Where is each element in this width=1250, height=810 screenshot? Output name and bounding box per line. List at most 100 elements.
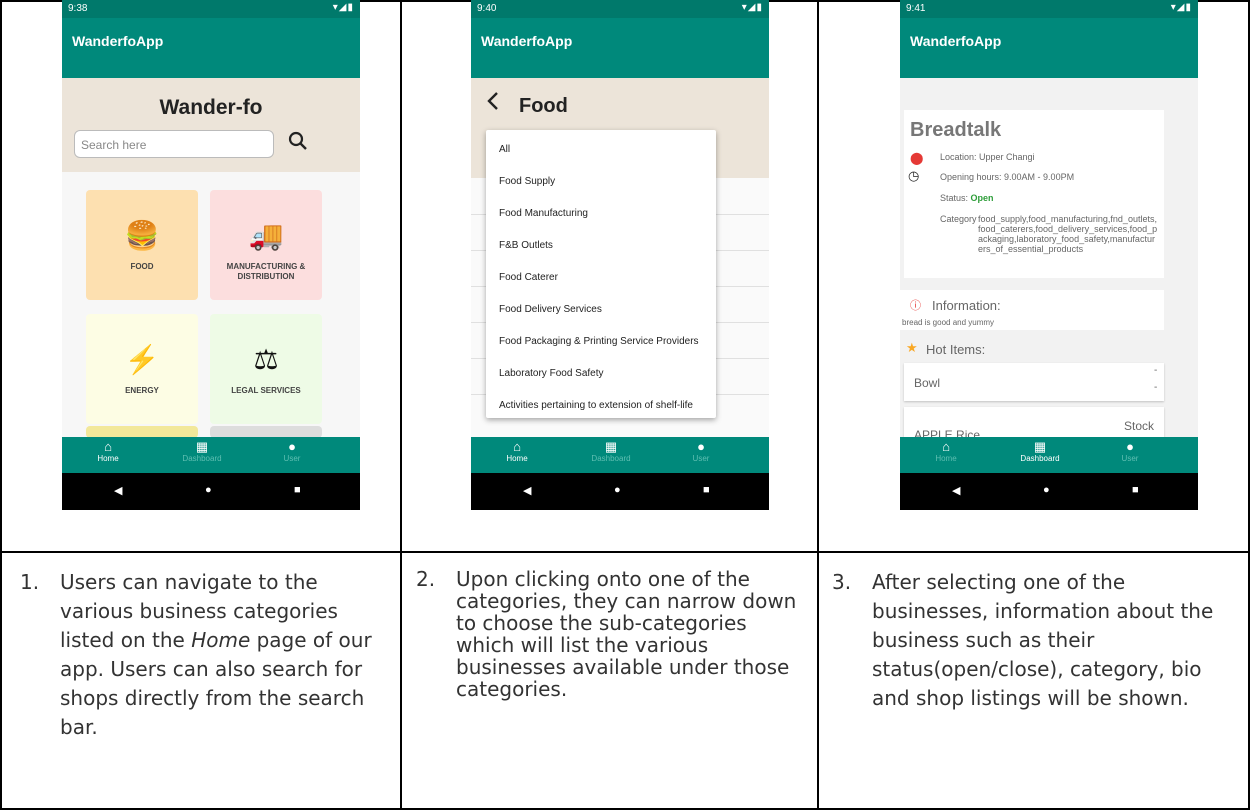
tile-legal[interactable]: ⚖ LEGAL SERVICES [210, 314, 322, 424]
recents-icon[interactable]: ■ [1132, 484, 1139, 496]
home-circle-icon[interactable]: ● [614, 484, 621, 496]
recents-icon[interactable]: ■ [294, 484, 301, 496]
hot-item-name: APPLE Rice [914, 428, 981, 437]
status-time: 9:38 [68, 3, 88, 14]
phone-screen-food: 9:40 ▾◢▮ WanderfoApp Food All Food Suppl… [471, 0, 769, 510]
back-icon[interactable]: ◀ [114, 484, 122, 497]
truck-icon: 🚚 [248, 220, 284, 251]
home-circle-icon[interactable]: ● [1043, 484, 1050, 496]
dropdown-item[interactable]: Activities pertaining to extension of sh… [499, 400, 693, 411]
home-icon: ⌂ [513, 439, 521, 454]
tile-label: MANUFACTURING & DISTRIBUTION [226, 262, 306, 281]
bottom-nav: ⌂ Home ▦ Dashboard ● User [62, 437, 360, 473]
nav-user[interactable]: ● User [661, 439, 741, 463]
food-icon: 🍔 [124, 220, 160, 251]
system-nav-bar: ◀ ● ■ [62, 473, 360, 510]
nav-user[interactable]: ● User [252, 439, 332, 463]
dropdown-item[interactable]: Laboratory Food Safety [499, 368, 604, 379]
lightning-icon: ⚡ [124, 344, 160, 375]
phone-screen-business: 9:41 ▾◢▮ WanderfoApp Breadtalk ⬤ Locatio… [900, 0, 1198, 510]
back-arrow-icon[interactable] [485, 90, 501, 119]
phone-screen-home: 9:38 ▾◢▮ WanderfoApp Wander-fo Search he… [62, 0, 360, 510]
caption-number: 1. [20, 570, 40, 594]
info-text: bread is good and yummy [902, 318, 995, 327]
info-icon: ⓘ [910, 300, 921, 312]
bottom-nav: ⌂ Home ▦ Dashboard ● User [471, 437, 769, 473]
status-value: Open [970, 193, 994, 203]
nav-home[interactable]: ⌂ Home [906, 439, 986, 463]
back-icon[interactable]: ◀ [523, 484, 531, 497]
nav-label: Dashboard [182, 454, 222, 463]
nav-home[interactable]: ⌂ Home [477, 439, 557, 463]
caption-1: 1. Users can navigate to the various bus… [20, 568, 385, 798]
dropdown-item[interactable]: Food Delivery Services [499, 304, 602, 315]
table-row-divider [0, 551, 1250, 553]
page-title: Wander-fo [159, 96, 263, 119]
category-label: Category [940, 214, 977, 224]
dropdown-item[interactable]: Food Supply [499, 176, 555, 187]
dropdown-item[interactable]: Food Caterer [499, 272, 558, 283]
signal-battery-icon: ▾◢▮ [741, 2, 763, 13]
system-nav-bar: ◀ ● ■ [471, 473, 769, 510]
back-icon[interactable]: ◀ [952, 484, 960, 497]
caption-text: After selecting one of the businesses, i… [872, 570, 1214, 710]
status-bar: 9:40 ▾◢▮ [471, 0, 769, 18]
nav-label: Home [97, 454, 119, 463]
dashboard-icon: ▦ [1033, 439, 1047, 454]
hours-text: Opening hours: 9.00AM - 9.00PM [940, 172, 1075, 182]
dropdown-item[interactable]: All [499, 144, 510, 155]
dropdown-item[interactable]: Food Packaging & Printing Service Provid… [499, 336, 699, 347]
nav-dashboard[interactable]: ▦ Dashboard [162, 439, 242, 463]
dashboard-icon: ▦ [195, 439, 209, 454]
tile-label: FOOD [130, 262, 154, 271]
star-icon: ★ [906, 340, 918, 355]
caption-number: 3. [832, 570, 852, 594]
app-bar: WanderfoApp [62, 18, 360, 78]
user-icon: ● [697, 439, 705, 454]
hot-item-stock: Stock [1124, 419, 1155, 433]
dropdown-item[interactable]: Food Manufacturing [499, 208, 588, 219]
recents-icon[interactable]: ■ [703, 484, 710, 496]
nav-dashboard[interactable]: ▦ Dashboard [1000, 439, 1080, 463]
home-circle-icon[interactable]: ● [205, 484, 212, 496]
category-grid: 🍔 FOOD 🚚 MANUFACTURING & DISTRIBUTION ⚡ … [62, 172, 360, 438]
dropdown-item[interactable]: F&B Outlets [499, 240, 553, 251]
clock-icon: ◷ [908, 168, 920, 183]
app-bar: WanderfoApp [900, 18, 1198, 78]
search-input[interactable]: Search here [74, 130, 274, 158]
caption-text: Users can navigate to the various busine… [60, 568, 385, 742]
system-nav-bar: ◀ ● ■ [900, 473, 1198, 510]
nav-user[interactable]: ● User [1090, 439, 1170, 463]
app-title: WanderfoApp [481, 33, 573, 49]
gavel-icon: ⚖ [253, 344, 279, 375]
nav-home[interactable]: ⌂ Home [68, 439, 148, 463]
tile-energy[interactable]: ⚡ ENERGY [86, 314, 198, 424]
tile-label: LEGAL SERVICES [231, 386, 301, 395]
table-border-left [0, 0, 2, 810]
nav-label: Dashboard [1020, 454, 1060, 463]
business-name: Breadtalk [910, 119, 1002, 141]
caption-emphasis: Home [191, 628, 251, 652]
tile-food[interactable]: 🍔 FOOD [86, 190, 198, 300]
tile-label: ENERGY [125, 386, 159, 395]
nav-label: Home [506, 454, 528, 463]
status-label: Status: [940, 193, 969, 203]
search-icon[interactable] [287, 130, 309, 158]
caption-number: 2. [416, 567, 436, 591]
page-title: Food [519, 95, 568, 117]
user-icon: ● [288, 439, 296, 454]
nav-label: Dashboard [591, 454, 631, 463]
tile-manufacturing[interactable]: 🚚 MANUFACTURING & DISTRIBUTION [210, 190, 322, 300]
dashboard-icon: ▦ [604, 439, 618, 454]
hot-item-name: Bowl [914, 376, 941, 390]
hot-item-value: - [1154, 382, 1158, 393]
caption-2: 2. Upon clicking onto one of the categor… [416, 568, 806, 798]
status-time: 9:41 [906, 3, 926, 14]
nav-label: User [283, 454, 301, 463]
hot-item-row[interactable] [904, 363, 1164, 401]
category-value: food_supply,food_manufacturing,fnd_outle… [978, 214, 1158, 254]
app-bar: WanderfoApp [471, 18, 769, 78]
location-text: Location: Upper Changi [940, 152, 1035, 162]
nav-dashboard[interactable]: ▦ Dashboard [571, 439, 651, 463]
bottom-nav: ⌂ Home ▦ Dashboard ● User [900, 437, 1198, 473]
